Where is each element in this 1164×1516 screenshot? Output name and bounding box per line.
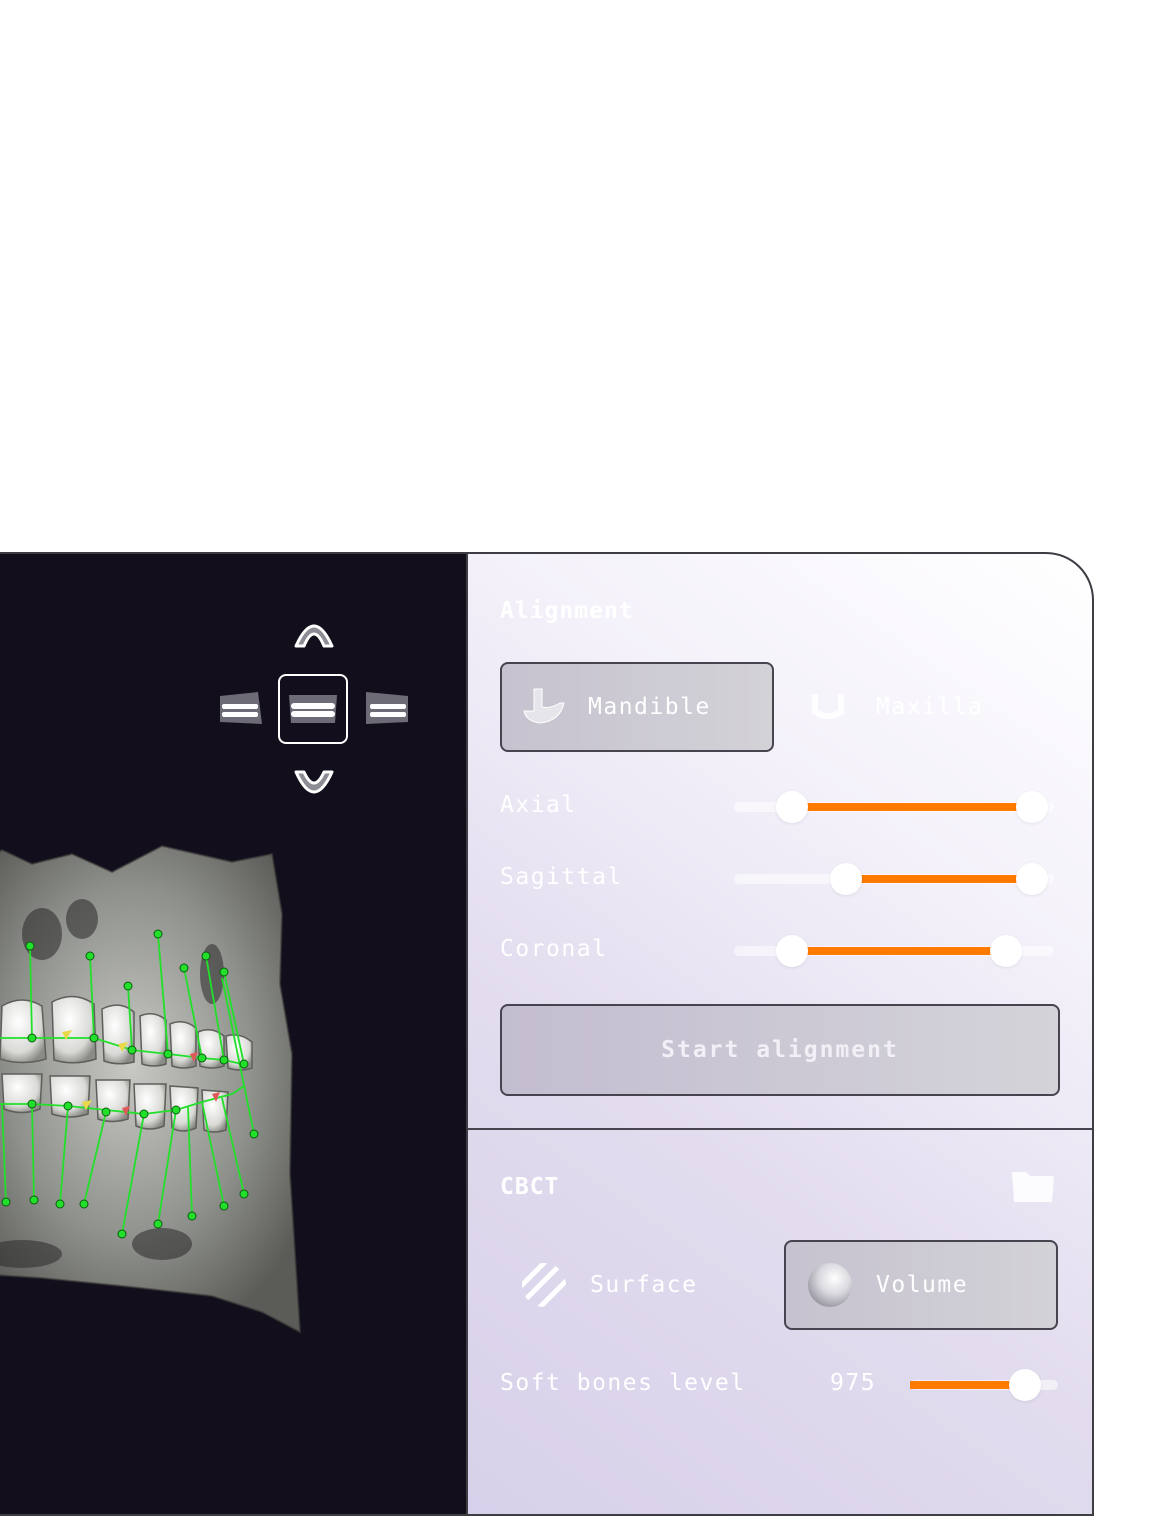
section-divider xyxy=(468,1128,1092,1130)
axial-slider-high-thumb[interactable] xyxy=(1015,791,1048,823)
soft-bones-slider-thumb[interactable] xyxy=(1009,1369,1042,1401)
sagittal-label: Sagittal xyxy=(500,864,623,890)
lower-jaw-icon[interactable] xyxy=(294,770,334,794)
upper-jaw-icon[interactable] xyxy=(294,624,334,648)
coronal-slider-high-thumb[interactable] xyxy=(990,935,1022,967)
coronal-slider-low-thumb[interactable] xyxy=(775,935,808,967)
shaded-sphere-icon xyxy=(806,1261,854,1309)
surface-button[interactable]: Surface xyxy=(520,1240,697,1330)
cbct-title: CBCT xyxy=(500,1174,560,1200)
volume-label: Volume xyxy=(876,1272,969,1298)
axial-slider[interactable] xyxy=(734,791,1054,823)
maxilla-label: Maxilla xyxy=(876,694,984,720)
coronal-slider[interactable] xyxy=(734,935,1054,967)
volume-button[interactable]: Volume xyxy=(784,1240,1058,1330)
jaw-render xyxy=(0,624,408,1334)
start-alignment-button[interactable]: Start alignment xyxy=(500,1004,1060,1096)
coronal-slider-fill xyxy=(791,947,1006,955)
maxilla-icon xyxy=(808,690,848,724)
left-view-icon[interactable] xyxy=(220,692,262,724)
maxilla-button[interactable]: Maxilla xyxy=(808,662,983,752)
alignment-title: Alignment xyxy=(500,598,634,624)
axial-label: Axial xyxy=(500,792,577,818)
hatched-sphere-icon xyxy=(520,1261,568,1309)
soft-bones-slider-fill xyxy=(910,1381,1026,1389)
surface-label: Surface xyxy=(590,1272,698,1298)
sagittal-slider[interactable] xyxy=(734,863,1054,895)
mandible-icon xyxy=(520,687,566,727)
soft-bones-slider[interactable] xyxy=(910,1369,1058,1401)
soft-bones-label: Soft bones level xyxy=(500,1370,746,1396)
mandible-label: Mandible xyxy=(588,694,711,720)
axial-slider-low-thumb[interactable] xyxy=(775,791,808,823)
sagittal-slider-high-thumb[interactable] xyxy=(1015,863,1048,895)
folder-icon[interactable] xyxy=(1010,1168,1056,1208)
front-view-icon[interactable] xyxy=(278,674,348,744)
mandible-button[interactable]: Mandible xyxy=(500,662,774,752)
sagittal-slider-fill xyxy=(846,875,1032,883)
right-view-icon[interactable] xyxy=(366,692,408,724)
sagittal-slider-low-thumb[interactable] xyxy=(830,863,862,895)
app-window: Alignment Mandible Maxilla Axial Sagitta… xyxy=(0,552,1094,1516)
soft-bones-value: 975 xyxy=(830,1370,877,1396)
coronal-label: Coronal xyxy=(500,936,608,962)
axial-slider-fill xyxy=(791,803,1032,811)
control-panel: Alignment Mandible Maxilla Axial Sagitta… xyxy=(466,554,1092,1514)
3d-viewport[interactable] xyxy=(0,554,466,1514)
